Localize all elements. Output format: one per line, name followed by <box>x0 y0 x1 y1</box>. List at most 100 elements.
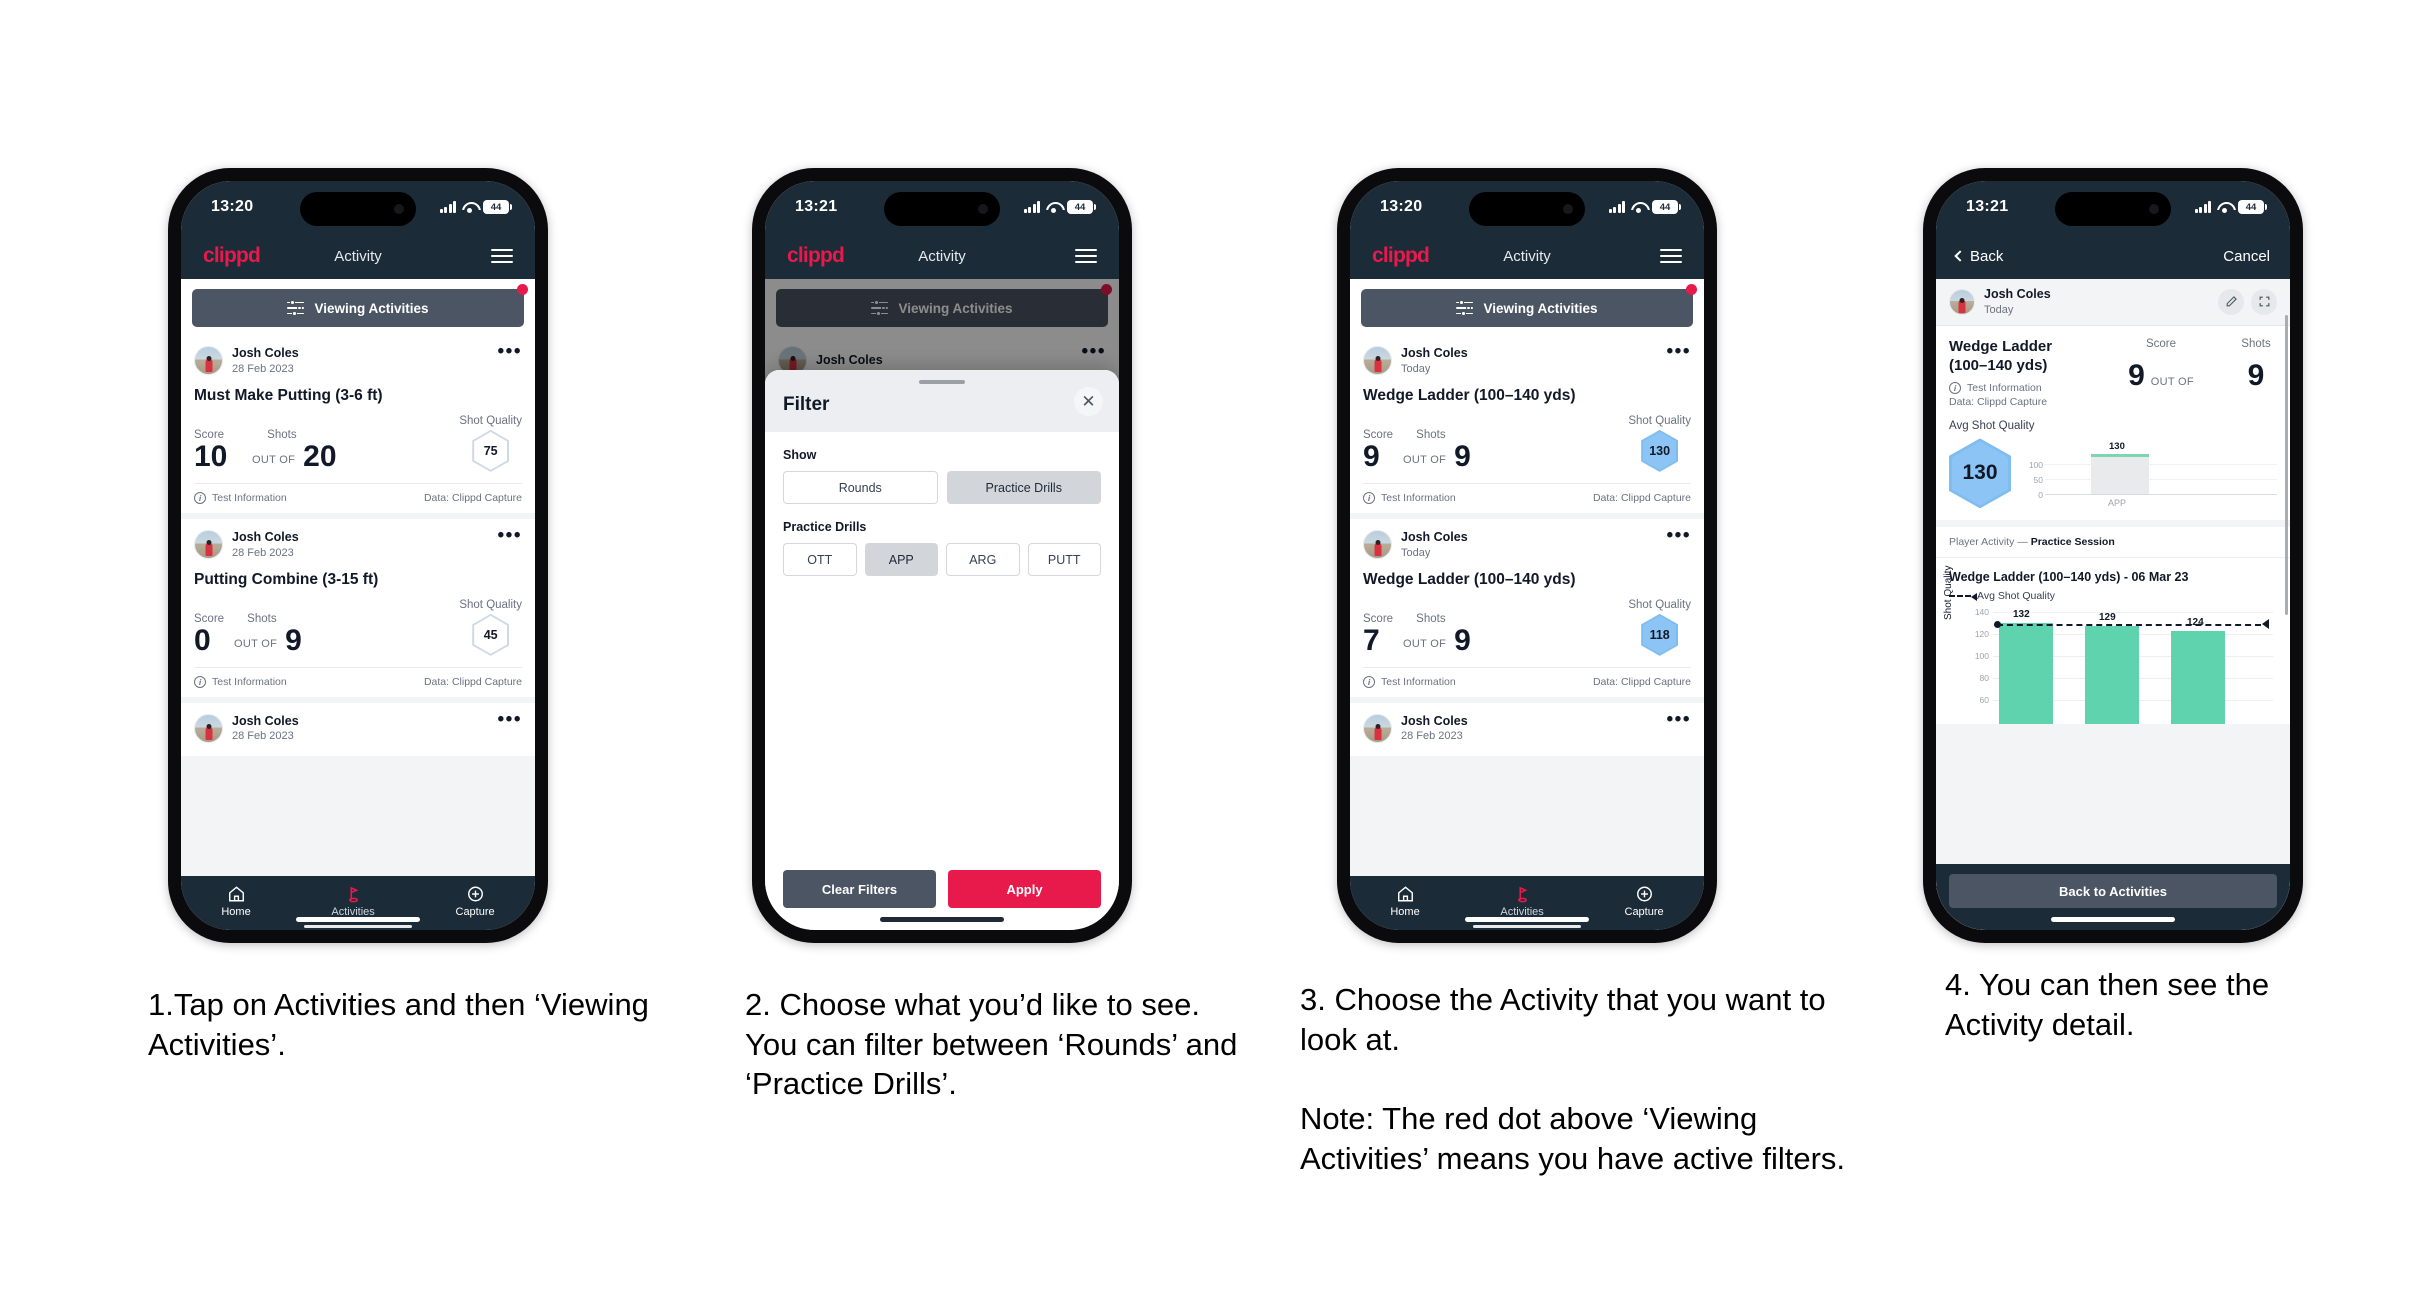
data-source: Data: Clippd Capture <box>423 491 522 504</box>
expand-button[interactable] <box>2251 288 2277 315</box>
more-options-icon[interactable]: ••• <box>1667 710 1691 730</box>
more-options-icon[interactable]: ••• <box>1667 526 1691 546</box>
avg-shot-quality-mini-chart: 100 50 0 130 APP <box>2021 438 2277 510</box>
tab-home[interactable]: Home <box>1390 885 1420 918</box>
phone-filter-modal: 13:21 44 clippd Activity Viewing Activit… <box>752 168 1132 943</box>
avatar <box>1363 346 1392 376</box>
y-tick-100: 100 <box>1974 651 1989 662</box>
show-option-practice-drills[interactable]: Practice Drills <box>946 471 1101 504</box>
activity-card[interactable]: Josh Coles 28 Feb 2023 ••• Must Make Put… <box>181 335 535 513</box>
out-of-label: OUT OF <box>1403 637 1447 650</box>
test-information[interactable]: i Test Information <box>194 675 287 688</box>
drill-option-putt[interactable]: PUTT <box>1027 543 1101 576</box>
activity-date: Today <box>1984 303 2014 316</box>
y-tick-140: 140 <box>1974 607 1989 618</box>
caption-3: 3. Choose the Activity that you want to … <box>1300 980 1845 1178</box>
shot-quality-label: Shot Quality <box>1628 598 1691 611</box>
show-group-label: Show <box>783 448 817 462</box>
home-indicator <box>296 917 420 922</box>
active-filter-dot <box>1686 284 1697 295</box>
golf-flag-icon <box>1517 886 1528 902</box>
active-filter-dot <box>517 284 528 295</box>
clear-filters-button[interactable]: Clear Filters <box>783 870 936 908</box>
viewing-activities-button[interactable]: Viewing Activities <box>1361 289 1693 327</box>
drill-option-ott[interactable]: OTT <box>783 543 857 576</box>
tab-capture[interactable]: Capture <box>456 885 495 918</box>
practice-drills-group-label: Practice Drills <box>783 520 867 534</box>
filter-title: Filter <box>783 394 830 415</box>
out-of-label: OUT OF <box>2150 375 2194 388</box>
scrollbar[interactable] <box>2285 315 2288 615</box>
shot-quality-value: 130 <box>1643 431 1677 470</box>
user-name: Josh Coles <box>232 346 299 360</box>
activity-title: Wedge Ladder (100–140 yds) <box>1363 386 1576 404</box>
show-option-rounds[interactable]: Rounds <box>783 471 938 504</box>
status-time: 13:20 <box>211 198 254 215</box>
bar-1 <box>1999 623 2053 725</box>
menu-icon[interactable] <box>1075 248 1097 264</box>
viewing-activities-label: Viewing Activities <box>314 300 429 316</box>
chart-y-axis-label: Shot Quality <box>1943 565 1954 621</box>
viewing-activities-bar: Viewing Activities <box>181 279 535 335</box>
back-button[interactable]: Back <box>1954 248 2003 265</box>
plus-circle-icon <box>467 886 483 901</box>
cancel-button[interactable]: Cancel <box>2223 248 2270 265</box>
page-title: Activity <box>918 247 966 265</box>
drill-options: OTT APP ARG PUTT <box>783 543 1101 576</box>
activity-card[interactable]: Josh Coles 28 Feb 2023 ••• Putting Combi… <box>181 518 535 697</box>
shots-value: 9 <box>285 623 302 657</box>
edit-button[interactable] <box>2218 288 2244 315</box>
tab-home[interactable]: Home <box>221 885 251 918</box>
activity-card[interactable]: Josh Coles Today ••• Wedge Ladder (100–1… <box>1350 518 1704 697</box>
shot-quality-label: Shot Quality <box>459 598 522 611</box>
activity-card[interactable]: Josh Coles 28 Feb 2023 ••• <box>1350 702 1704 756</box>
tab-capture[interactable]: Capture <box>1625 885 1664 918</box>
clippd-logo[interactable]: clippd <box>1372 244 1430 268</box>
apply-button[interactable]: Apply <box>948 870 1101 908</box>
filter-icon <box>1456 300 1474 316</box>
tab-activities[interactable]: Activities <box>1500 885 1544 918</box>
phone-notch <box>300 192 416 226</box>
user-name: Josh Coles <box>232 529 299 544</box>
more-options-icon[interactable]: ••• <box>498 710 522 730</box>
activity-card[interactable]: Josh Coles 28 Feb 2023 ••• <box>181 702 535 756</box>
menu-icon[interactable] <box>491 248 513 264</box>
shot-quality-label: Shot Quality <box>1628 414 1691 427</box>
back-to-activities-button[interactable]: Back to Activities <box>1949 874 2277 908</box>
chart-legend: Avg Shot Quality <box>1949 590 2277 602</box>
shot-quality-label: Shot Quality <box>459 414 522 427</box>
avatar <box>1949 288 1975 315</box>
app-bar: clippd Activity <box>1350 233 1704 279</box>
drill-option-arg[interactable]: ARG <box>946 543 1020 576</box>
viewing-activities-button[interactable]: Viewing Activities <box>192 289 524 327</box>
drill-option-app[interactable]: APP <box>864 543 938 576</box>
chart-title: Wedge Ladder (100–140 yds) - 06 Mar 23 <box>1949 570 2189 585</box>
menu-icon[interactable] <box>1660 248 1682 264</box>
sheet-grabber[interactable] <box>919 380 965 384</box>
score-label: Score <box>2145 337 2177 350</box>
activity-card[interactable]: Josh Coles Today ••• Wedge Ladder (100–1… <box>1350 335 1704 513</box>
clippd-logo[interactable]: clippd <box>203 244 261 268</box>
more-options-icon[interactable]: ••• <box>498 342 522 362</box>
detail-nav-bar: Back Cancel <box>1936 233 2290 279</box>
detail-summary-card: Wedge Ladder (100–140 yds) i Test Informa… <box>1936 325 2290 521</box>
pencil-icon <box>2226 296 2237 307</box>
test-information[interactable]: i Test Information <box>1363 675 1456 688</box>
y-tick-80: 80 <box>1979 673 1989 684</box>
mini-chart-tick-50: 50 <box>2033 475 2043 486</box>
more-options-icon[interactable]: ••• <box>1667 342 1691 362</box>
activity-card-list: Josh Coles Today ••• Wedge Ladder (100–1… <box>1350 335 1704 756</box>
more-options-icon[interactable]: ••• <box>498 526 522 546</box>
y-tick-120: 120 <box>1974 629 1989 640</box>
legend-label: Avg Shot Quality <box>1977 590 2056 603</box>
tab-activities[interactable]: Activities <box>331 885 375 918</box>
page-title: Activity <box>334 247 382 265</box>
test-information[interactable]: i Test Information <box>1949 382 2087 395</box>
test-information[interactable]: i Test Information <box>194 491 287 504</box>
user-name: Josh Coles <box>1984 287 2051 301</box>
caption-2: 2. Choose what you’d like to see. You ca… <box>745 985 1245 1104</box>
clippd-logo[interactable]: clippd <box>787 244 845 268</box>
test-information[interactable]: i Test Information <box>1363 491 1456 504</box>
mini-chart-tick-100: 100 <box>2028 460 2043 471</box>
close-icon[interactable]: ✕ <box>1074 387 1103 416</box>
